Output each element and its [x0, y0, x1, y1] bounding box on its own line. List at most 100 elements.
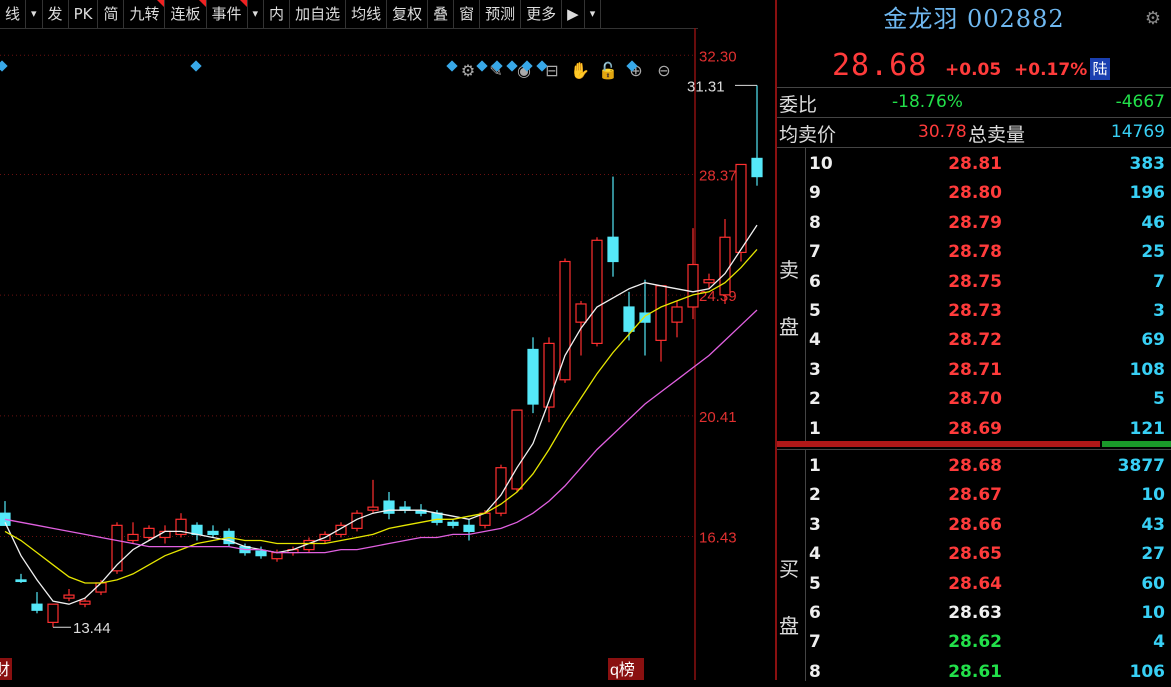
toolbar-item-14[interactable]: 窗 [454, 0, 481, 28]
toolbar-item-5[interactable]: 九转 [124, 0, 166, 28]
level-price: 28.75 [948, 271, 1002, 292]
toolbar-item-6[interactable]: 连板 [165, 0, 207, 28]
y-tick-label: 28.37 [699, 167, 737, 184]
buys-level-row[interactable]: 3 28.66 43 [807, 511, 1171, 540]
toolbar-item-11[interactable]: 均线 [346, 0, 388, 28]
y-tick-label: 16.43 [699, 530, 737, 547]
level-number: 5 [809, 573, 821, 594]
kline-chart[interactable]: ⚙✎◉⊟✋🔓⊕⊖ 32.3028.3724.3920.4116.4331.311… [0, 28, 775, 680]
level-price: 28.65 [948, 544, 1002, 565]
level-price: 28.66 [948, 514, 1002, 535]
toolbar-item-12[interactable]: 复权 [387, 0, 429, 28]
toolbar-item-7[interactable]: 事件 [207, 0, 248, 28]
candle-body [127, 533, 139, 542]
kline-svg[interactable]: 32.30 28.37 24.39 20.41 16.43 31.31 13.44 财 q榜 [0, 28, 775, 680]
toolbar-item-15[interactable]: 预测 [480, 0, 522, 28]
level-size: 10 [1141, 603, 1165, 623]
buys-level-row[interactable]: 8 28.61 106 [807, 658, 1171, 687]
level-size: 3877 [1117, 456, 1165, 476]
buys-level-row[interactable]: 1 28.68 3877 [807, 452, 1171, 481]
sells-level-row[interactable]: 8 28.79 46 [807, 209, 1171, 238]
avg-sell-label: 均卖价 [779, 124, 837, 146]
level-number: 2 [809, 389, 821, 410]
candle-body [591, 239, 603, 344]
toolbar-item-17[interactable]: ▶ [562, 0, 585, 28]
buy-side-char-2: 盘 [779, 614, 799, 638]
level-size: 46 [1141, 212, 1165, 233]
candle-body [143, 527, 155, 539]
market-badge: 陆 [1090, 58, 1110, 80]
sell-side-char-2: 盘 [779, 315, 799, 339]
level-size: 196 [1129, 183, 1166, 204]
toolbar-item-0[interactable]: 线 [0, 0, 27, 28]
level-price: 28.69 [948, 418, 1002, 439]
level-size: 43 [1141, 514, 1165, 535]
toolbar-item-3[interactable]: PK [69, 0, 99, 28]
toolbar-item-1[interactable]: ▾ [26, 0, 43, 28]
level-number: 8 [809, 661, 821, 682]
event-marker [536, 60, 548, 72]
level-price: 28.70 [948, 389, 1002, 410]
level-price: 28.67 [948, 485, 1002, 506]
sells-level-row[interactable]: 1 28.69 121 [807, 415, 1171, 444]
buys-level-row[interactable]: 2 28.67 10 [807, 481, 1171, 510]
bottom-tag-left: 财 [0, 661, 10, 679]
toolbar-item-16[interactable]: 更多 [521, 0, 563, 28]
level-size: 27 [1141, 544, 1165, 565]
candle-body [735, 163, 747, 254]
sells-level-row[interactable]: 10 28.81 383 [807, 150, 1171, 179]
level-size: 7 [1153, 271, 1165, 292]
candle-body [575, 303, 587, 323]
candle-body [255, 550, 267, 557]
level-number: 7 [809, 632, 821, 653]
level-price: 28.72 [948, 330, 1002, 351]
level-price: 28.63 [948, 603, 1002, 623]
buys-level-row[interactable]: 7 28.62 4 [807, 628, 1171, 657]
toolbar-item-9[interactable]: 内 [264, 0, 291, 28]
buy-book: 买 盘 1 28.68 3877 2 28.67 10 3 28.66 43 4 28.65 27 5 2… [777, 449, 1171, 682]
sells-level-row[interactable]: 4 28.72 69 [807, 326, 1171, 355]
buys-level-row[interactable]: 4 28.65 27 [807, 540, 1171, 569]
sell-side-char-1: 卖 [779, 258, 799, 282]
toolbar-item-2[interactable]: 发 [43, 0, 69, 28]
candle-body [159, 530, 171, 539]
toolbar-item-8[interactable]: ▾ [248, 0, 265, 28]
y-tick-label: 24.39 [699, 288, 737, 305]
level-number: 7 [809, 242, 821, 263]
level-number: 5 [809, 301, 821, 321]
level-number: 9 [809, 183, 821, 204]
candle-body [719, 236, 731, 296]
sells-level-row[interactable]: 2 28.70 5 [807, 385, 1171, 414]
level-price: 28.71 [948, 359, 1002, 380]
level-size: 25 [1141, 242, 1165, 263]
low-label: 13.44 [73, 620, 111, 637]
level-size: 5 [1153, 389, 1165, 410]
toolbar-item-18[interactable]: ▾ [585, 0, 602, 28]
level-number: 2 [809, 485, 821, 506]
level-price: 28.62 [948, 632, 1002, 653]
toolbar-item-10[interactable]: 加自选 [290, 0, 347, 28]
ratio-value: -4667 [1115, 92, 1165, 112]
sells-level-row[interactable]: 6 28.75 7 [807, 268, 1171, 297]
event-marker [446, 60, 458, 72]
toolbar-item-4[interactable]: 简 [98, 0, 125, 28]
candle-body [527, 348, 539, 405]
level-price: 28.80 [948, 183, 1002, 204]
level-price: 28.81 [948, 154, 1002, 174]
buys-level-row[interactable]: 5 28.64 60 [807, 570, 1171, 599]
gear-icon[interactable]: ⚙ [1145, 8, 1161, 29]
level-number: 4 [809, 544, 821, 565]
toolbar-item-13[interactable]: 叠 [428, 0, 455, 28]
candle-body [15, 579, 27, 583]
sells-level-row[interactable]: 9 28.80 196 [807, 179, 1171, 208]
event-marker [521, 60, 533, 72]
candle-body [367, 506, 379, 511]
candle-body [47, 603, 59, 623]
stock-title[interactable]: 金龙羽 002882 [777, 0, 1171, 40]
buys-level-row[interactable]: 6 28.63 10 [807, 599, 1171, 628]
sells-level-row[interactable]: 5 28.73 3 [807, 297, 1171, 326]
sells-level-row[interactable]: 3 28.71 108 [807, 356, 1171, 385]
event-marker [626, 60, 638, 72]
sells-level-row[interactable]: 7 28.78 25 [807, 238, 1171, 267]
chart-toolbar: 线 ▾ 发 PK 简九转 连板 事件 ▾ 内加自选 均线 复权叠窗预测 更多 ▶ ▾ [0, 0, 698, 29]
